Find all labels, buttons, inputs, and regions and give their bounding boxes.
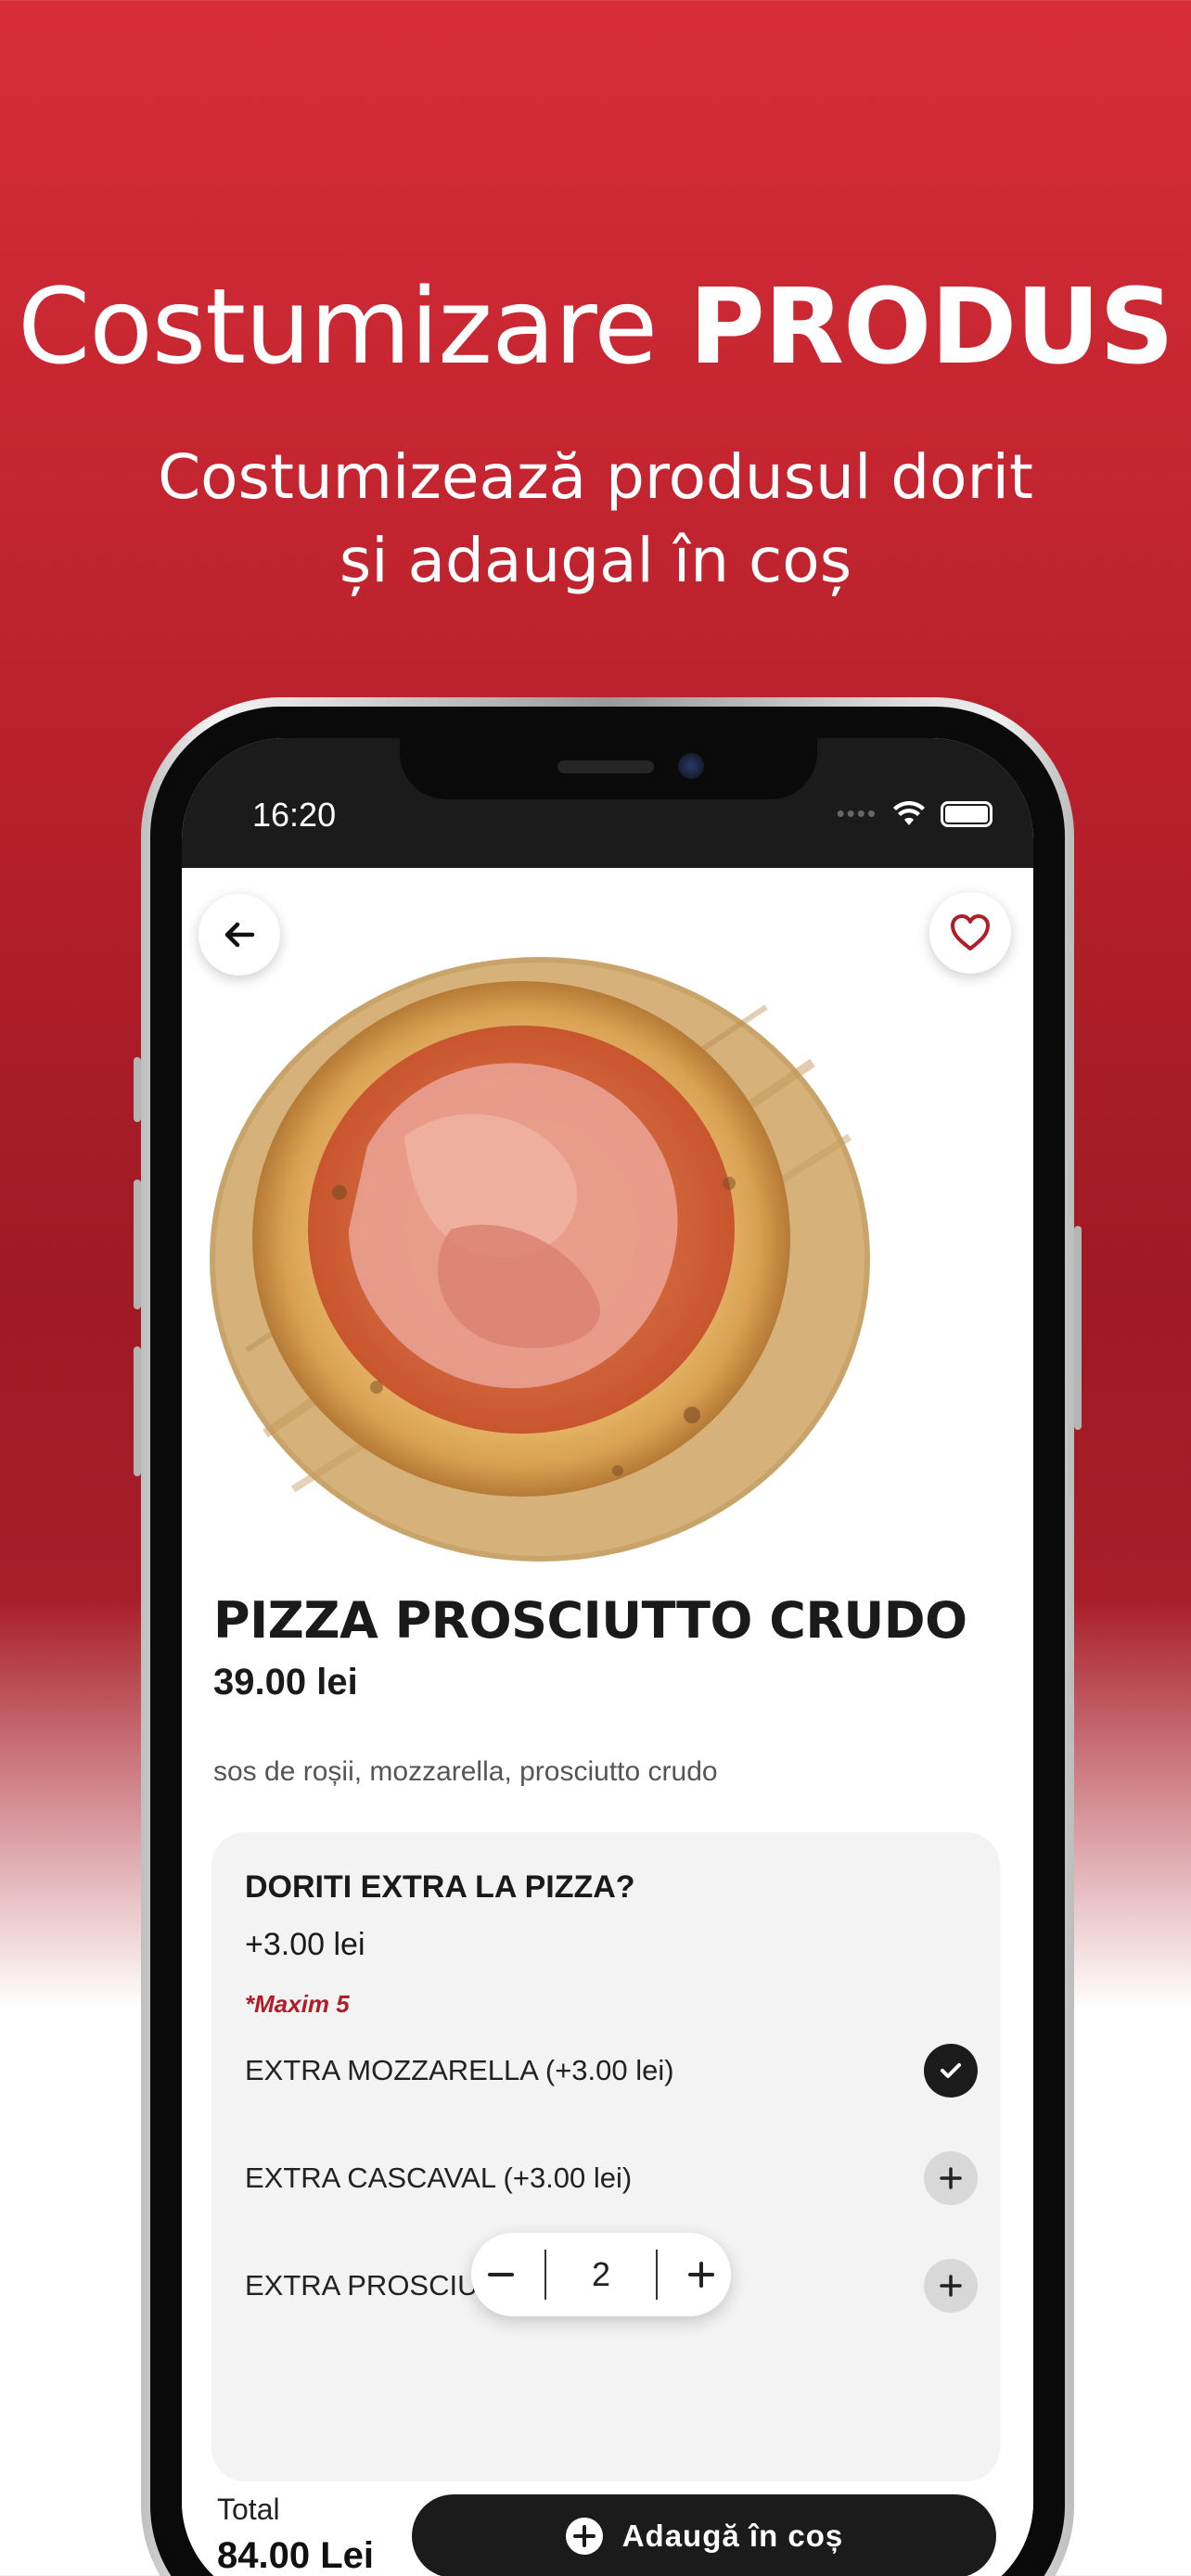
quantity-stepper: 2 — [471, 2233, 731, 2316]
extras-card: DORITI EXTRA LA PIZZA? +3.00 lei *Maxim … — [211, 1832, 1000, 2481]
heart-icon — [951, 914, 990, 950]
extra-option-label: EXTRA MOZZARELLA (+3.00 lei) — [245, 2054, 674, 2086]
promo-title-light: Costumizare — [18, 267, 658, 388]
speaker — [557, 760, 654, 773]
add-to-cart-label: Adaugă în coș — [621, 2519, 844, 2553]
minus-icon — [488, 2273, 515, 2276]
plus-icon — [687, 2262, 714, 2288]
power-button — [1074, 1226, 1082, 1430]
cellular-signal-icon: •••• — [836, 799, 877, 827]
checkmark-icon — [941, 2063, 961, 2078]
front-camera — [678, 753, 704, 779]
total-label: Total — [217, 2493, 280, 2526]
add-to-cart-button[interactable]: Adaugă în coș — [412, 2494, 996, 2576]
promo-title-bold: PRODUS — [688, 267, 1174, 388]
extra-option-cascaval[interactable]: EXTRA CASCAVAL (+3.00 lei) — [245, 2146, 978, 2211]
arrow-left-icon — [224, 922, 255, 948]
battery-icon — [941, 800, 992, 827]
wifi-icon — [893, 800, 925, 825]
product-description: sos de roșii, mozzarella, prosciutto cru… — [213, 1756, 718, 1787]
extra-toggle-button[interactable] — [924, 2044, 978, 2098]
promo-subtitle: Costumizează produsul dorit și adaugal î… — [0, 436, 1191, 603]
app-screen: 16:20 •••• PIZZA PROSCIUTTO CRUDO 39.00 … — [182, 738, 1033, 2576]
increment-button[interactable] — [685, 2258, 718, 2291]
status-bar: 16:20 •••• — [182, 738, 1033, 868]
plus-circle-icon — [565, 2518, 603, 2555]
promo-subtitle-line1: Costumizează produsul dorit — [158, 441, 1033, 513]
promo-title: Costumizare PRODUS — [0, 267, 1191, 388]
mute-switch — [134, 1057, 141, 1122]
phone-bezel: 16:20 •••• PIZZA PROSCIUTTO CRUDO 39.00 … — [150, 707, 1065, 2576]
extra-toggle-button[interactable] — [924, 2151, 978, 2205]
volume-up-button — [134, 1180, 141, 1309]
quantity-divider — [655, 2250, 658, 2300]
status-icons: •••• — [837, 799, 992, 828]
plus-icon — [940, 2275, 962, 2297]
plus-icon — [940, 2167, 962, 2189]
notch — [400, 738, 817, 799]
extras-max-note: *Maxim 5 — [245, 1990, 350, 2018]
extras-title: DORITI EXTRA LA PIZZA? — [245, 1869, 635, 1905]
phone-frame: 16:20 •••• PIZZA PROSCIUTTO CRUDO 39.00 … — [134, 697, 1082, 2576]
promo-subtitle-line2: și adaugal în coș — [339, 525, 852, 596]
status-time: 16:20 — [252, 796, 337, 834]
product-image — [210, 951, 915, 1582]
quantity-value: 2 — [591, 2255, 610, 2293]
favorite-button[interactable] — [929, 892, 1011, 974]
total-value: 84.00 Lei — [217, 2535, 375, 2576]
product-price: 39.00 lei — [213, 1662, 358, 1702]
extra-option-label: EXTRA CASCAVAL (+3.00 lei) — [245, 2162, 633, 2194]
quantity-divider — [544, 2250, 547, 2300]
extra-option-mozzarella[interactable]: EXTRA MOZZARELLA (+3.00 lei) — [245, 2038, 978, 2103]
volume-down-button — [134, 1346, 141, 1476]
extra-option-label: EXTRA PROSCIU — [245, 2269, 479, 2302]
decrement-button[interactable] — [484, 2258, 518, 2291]
product-name: PIZZA PROSCIUTTO CRUDO — [213, 1591, 967, 1650]
extras-price: +3.00 lei — [245, 1927, 365, 1962]
extra-toggle-button[interactable] — [924, 2259, 978, 2313]
